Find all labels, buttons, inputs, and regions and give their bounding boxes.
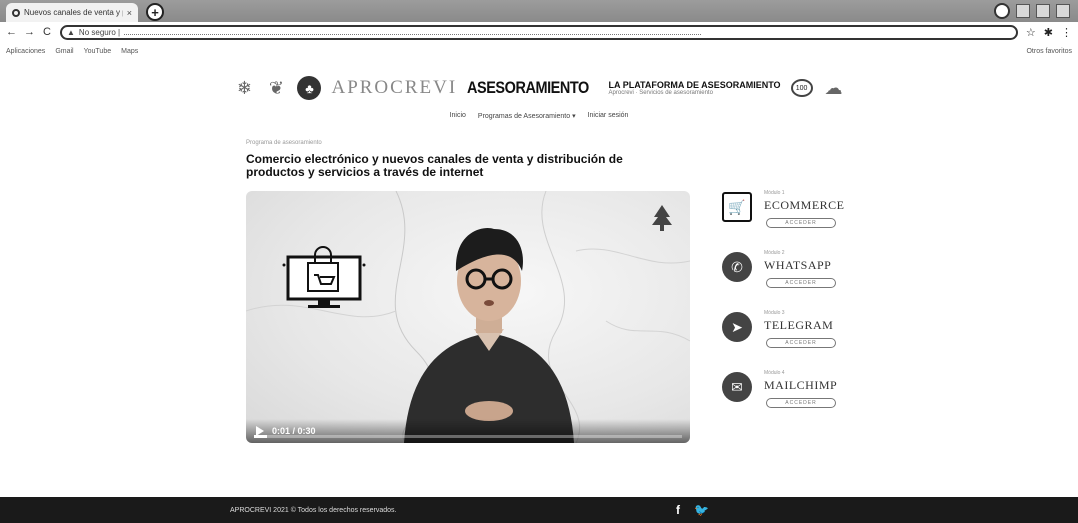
whatsapp-icon: ✆	[722, 252, 752, 282]
nav-item-home[interactable]: Inicio	[450, 112, 466, 120]
module-access-button[interactable]: ACCEDER	[766, 218, 836, 228]
module-name: TELEGRAM	[764, 318, 834, 332]
new-tab-button[interactable]: +	[146, 3, 164, 21]
favicon-icon	[12, 8, 20, 17]
address-security-label: No seguro |	[78, 27, 121, 37]
brand-name[interactable]: APROCREVI	[331, 77, 457, 99]
footer-copyright: APROCREVI 2021 © Todos los derechos rese…	[230, 506, 397, 514]
bookmark-apps[interactable]: Aplicaciones	[6, 48, 45, 55]
module-number: Módulo 3	[764, 310, 785, 316]
close-window-button[interactable]	[1056, 4, 1070, 18]
browser-tab[interactable]: Nuevos canales de venta y pro... ×	[6, 3, 138, 22]
bookmark-youtube[interactable]: YouTube	[84, 48, 112, 55]
browser-tab-bar: Nuevos canales de venta y pro... × +	[0, 0, 1078, 22]
brand-tagline: LA PLATAFORMA DE ASESORAMIENTO Aprocrevi…	[608, 79, 781, 96]
tagline-text: LA PLATAFORMA DE ASESORAMIENTO	[608, 79, 781, 90]
browser-toolbar: ← → C ▲ No seguro | ☆ ✱ ⋮	[0, 22, 1078, 42]
tree-logo-icon[interactable]: ♣	[297, 76, 322, 100]
forward-button[interactable]: →	[24, 26, 35, 38]
tagline-subtext: Aprocrevi · Servicios de asesoramiento	[608, 89, 713, 96]
snowflake-icon: ❄	[236, 77, 253, 98]
bookmark-other[interactable]: Otros favoritos	[1026, 48, 1072, 55]
watermark-logo	[652, 205, 672, 231]
toolbar-right: ☆ ✱ ⋮	[1026, 26, 1072, 39]
shop-monitor-icon: 🛒	[722, 192, 752, 222]
twitter-icon[interactable]: 🐦	[694, 503, 709, 517]
module-mailchimp[interactable]: ✉ Módulo 4 MAILCHIMP ACCEDER	[722, 368, 882, 428]
video-player[interactable]: 0:01 / 0:30	[246, 191, 690, 443]
site-brand: ❄ ❦ ♣ APROCREVI ASESORAMIENTO LA PLATAFO…	[0, 76, 1078, 100]
facebook-icon[interactable]: f	[676, 503, 680, 517]
page-title: Comercio electrónico y nuevos canales de…	[246, 152, 623, 179]
social-links: f 🐦	[676, 503, 709, 517]
mailchimp-icon: ✉	[722, 372, 752, 402]
profile-icon[interactable]	[994, 3, 1010, 19]
bookmarks-bar: Aplicaciones Gmail YouTube Maps Otros fa…	[0, 44, 1078, 58]
telegram-icon: ➤	[722, 312, 752, 342]
bookmark-gmail[interactable]: Gmail	[55, 48, 73, 55]
ecommerce-monitor-icon	[282, 246, 366, 308]
module-number: Módulo 4	[764, 370, 785, 376]
address-url	[124, 29, 701, 35]
seal-icon: 100	[790, 79, 813, 97]
module-whatsapp[interactable]: ✆ Módulo 2 WHATSAPP ACCEDER	[722, 248, 882, 308]
nav-item-login[interactable]: Iniciar sesión	[588, 112, 629, 120]
module-access-button[interactable]: ACCEDER	[766, 398, 836, 408]
extensions-icon[interactable]: ✱	[1044, 26, 1053, 39]
menu-icon[interactable]: ⋮	[1061, 26, 1072, 39]
module-name: ECOMMERCE	[764, 198, 845, 212]
module-name: MAILCHIMP	[764, 378, 838, 392]
address-bar[interactable]: ▲ No seguro |	[60, 24, 1018, 40]
maximize-button[interactable]	[1036, 4, 1050, 18]
cloud-network-icon: ☁	[824, 77, 843, 98]
module-telegram[interactable]: ➤ Módulo 3 TELEGRAM ACCEDER	[722, 308, 882, 368]
reload-button[interactable]: C	[42, 26, 52, 38]
modules-list: 🛒 Módulo 1 ECOMMERCE ACCEDER ✆ Módulo 2 …	[722, 188, 882, 428]
module-number: Módulo 2	[764, 250, 785, 256]
video-progress-fill	[254, 435, 267, 438]
back-button[interactable]: ←	[6, 26, 17, 38]
minimize-button[interactable]	[1016, 4, 1030, 18]
module-ecommerce[interactable]: 🛒 Módulo 1 ECOMMERCE ACCEDER	[722, 188, 882, 248]
tab-title: Nuevos canales de venta y pro...	[24, 8, 123, 17]
star-icon[interactable]: ☆	[1026, 26, 1036, 39]
main-nav: Inicio Programas de Asesoramiento ▾ Inic…	[0, 112, 1078, 120]
module-name: WHATSAPP	[764, 258, 832, 272]
video-progress-bar[interactable]	[254, 435, 682, 438]
warning-icon[interactable]: ▲	[67, 28, 75, 37]
bookmark-maps[interactable]: Maps	[121, 48, 138, 55]
window-controls	[994, 3, 1070, 19]
module-access-button[interactable]: ACCEDER	[766, 338, 836, 348]
breadcrumb: Programa de asesoramiento	[246, 140, 322, 146]
presenter-figure	[404, 227, 574, 443]
nav-item-programs[interactable]: Programas de Asesoramiento ▾	[478, 112, 576, 120]
video-controls: 0:01 / 0:30	[246, 419, 690, 443]
brand-subtitle: ASESORAMIENTO	[467, 78, 590, 97]
tab-close-icon[interactable]: ×	[127, 8, 132, 18]
module-access-button[interactable]: ACCEDER	[766, 278, 836, 288]
leaf-logo-icon: ❦	[268, 77, 285, 98]
module-number: Módulo 1	[764, 190, 785, 196]
site-footer: APROCREVI 2021 © Todos los derechos rese…	[0, 497, 1078, 523]
